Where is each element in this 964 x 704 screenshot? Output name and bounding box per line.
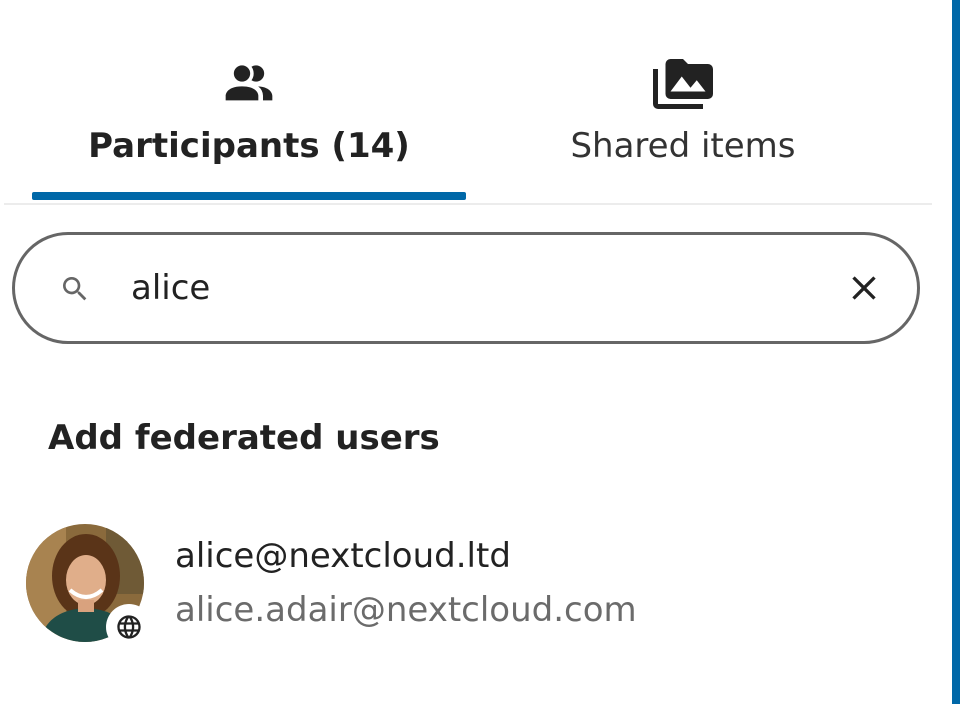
federated-user-row[interactable]: alice@nextcloud.ltd alice.adair@nextclou… [12, 508, 912, 656]
user-subtitle: alice.adair@nextcloud.com [175, 590, 637, 630]
sidebar-tabs: Participants (14) Shared items [0, 0, 932, 205]
tab-shared-items-label: Shared items [570, 126, 796, 166]
tab-participants-label: Participants (14) [88, 126, 410, 166]
account-group-icon [217, 52, 281, 116]
sidebar-panel: Participants (14) Shared items Add feder [0, 0, 932, 704]
close-icon [852, 276, 876, 300]
web-icon [117, 615, 141, 639]
tab-participants[interactable]: Participants (14) [32, 40, 466, 204]
clear-search-button[interactable] [841, 265, 887, 311]
search-input[interactable] [131, 255, 831, 321]
folder-multiple-image-icon [651, 52, 715, 116]
magnify-icon [59, 273, 91, 305]
active-tab-indicator [32, 192, 466, 200]
app-content-edge [952, 0, 960, 704]
section-heading-federated: Add federated users [48, 418, 440, 458]
user-name: alice@nextcloud.ltd [175, 536, 511, 576]
tab-shared-items[interactable]: Shared items [466, 40, 900, 204]
tabs-divider [4, 203, 932, 205]
federation-badge [106, 604, 152, 650]
participant-search-field[interactable] [12, 232, 920, 344]
